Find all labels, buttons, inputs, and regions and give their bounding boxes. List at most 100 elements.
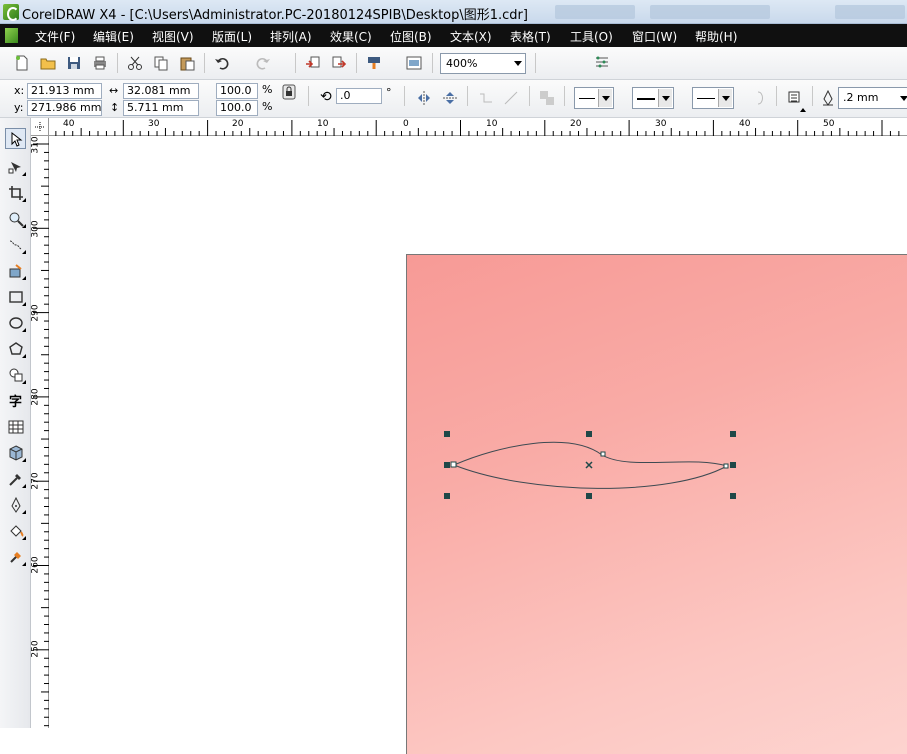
x-position-field[interactable]: 21.913 mm bbox=[27, 83, 102, 99]
chevron-down-icon bbox=[718, 89, 732, 107]
ruler-label: 290 bbox=[30, 304, 41, 322]
new-document-button[interactable] bbox=[12, 53, 32, 73]
interactive-fill-tool[interactable] bbox=[5, 546, 26, 567]
close-curve-button[interactable] bbox=[751, 88, 771, 108]
ruler-label: 10 bbox=[486, 119, 498, 129]
ruler-origin-icon bbox=[35, 122, 45, 132]
text-tool[interactable]: 字 bbox=[5, 390, 26, 411]
selection-handle-bottom-right[interactable] bbox=[730, 493, 736, 499]
chevron-down-icon bbox=[598, 89, 612, 107]
save-icon bbox=[68, 57, 80, 69]
leaf-curve-path[interactable] bbox=[452, 441, 729, 489]
object-width-field[interactable]: 32.081 mm bbox=[123, 83, 199, 99]
center-marker-icon[interactable] bbox=[585, 461, 593, 469]
copy-icon bbox=[154, 56, 168, 71]
pick-tool[interactable] bbox=[5, 128, 26, 149]
ellipse-tool[interactable] bbox=[5, 312, 26, 333]
menu-edit[interactable]: 编辑(E) bbox=[93, 28, 134, 45]
redo-button[interactable] bbox=[253, 53, 273, 73]
polygon-tool[interactable] bbox=[5, 338, 26, 359]
mirror-horizontal-button[interactable] bbox=[414, 88, 434, 108]
drawing-canvas[interactable] bbox=[50, 137, 907, 754]
start-arrowhead-select[interactable] bbox=[574, 87, 614, 109]
zoom-level-select[interactable]: 400% bbox=[440, 53, 526, 74]
scale-x-field[interactable]: 100.0 bbox=[216, 83, 258, 99]
copy-button[interactable] bbox=[151, 53, 171, 73]
table-tool[interactable] bbox=[5, 416, 26, 437]
break-apart-button[interactable] bbox=[537, 88, 557, 108]
outline-tool[interactable] bbox=[5, 494, 26, 515]
eyedropper-tool[interactable] bbox=[5, 468, 26, 489]
export-button[interactable] bbox=[329, 53, 349, 73]
wrap-text-dropdown[interactable] bbox=[800, 108, 806, 112]
text-tool-icon: 字 bbox=[8, 395, 22, 410]
scale-y-field[interactable]: 100.0 bbox=[216, 100, 258, 116]
shape-tool[interactable] bbox=[5, 156, 26, 177]
menu-bitmaps[interactable]: 位图(B) bbox=[390, 28, 432, 45]
selection-handle-bottom[interactable] bbox=[586, 493, 592, 499]
rectangle-tool[interactable] bbox=[5, 286, 26, 307]
save-button[interactable] bbox=[64, 53, 84, 73]
menu-tools[interactable]: 工具(O) bbox=[570, 28, 613, 45]
ruler-origin-corner[interactable] bbox=[31, 118, 49, 136]
toolbar-separator bbox=[529, 86, 530, 106]
document-icon[interactable] bbox=[5, 28, 18, 43]
toolbar-separator bbox=[295, 53, 296, 73]
selection-handle-top[interactable] bbox=[586, 431, 592, 437]
convert-to-curve-button[interactable] bbox=[501, 88, 521, 108]
vertical-ruler[interactable]: 310 300 290 280 270 260 250 bbox=[31, 136, 49, 728]
ruler-label: 310 bbox=[30, 136, 41, 154]
menu-effects[interactable]: 效果(C) bbox=[330, 28, 372, 45]
paste-button[interactable] bbox=[177, 53, 197, 73]
interactive-effects-tool[interactable] bbox=[5, 442, 26, 463]
outline-style-select[interactable] bbox=[632, 87, 674, 109]
start-node[interactable] bbox=[450, 461, 457, 468]
basic-shapes-tool[interactable] bbox=[5, 364, 26, 385]
ruler-label: 30 bbox=[655, 119, 667, 129]
selection-handle-left[interactable] bbox=[444, 462, 450, 468]
zoom-tool[interactable] bbox=[5, 208, 26, 229]
menu-text[interactable]: 文本(X) bbox=[450, 28, 492, 45]
options-button[interactable] bbox=[592, 53, 612, 73]
horizontal-ruler[interactable]: 40 30 20 10 0 10 20 30 40 50 bbox=[31, 118, 907, 136]
flyout-indicator bbox=[22, 354, 26, 358]
curve-node[interactable] bbox=[600, 451, 606, 457]
crop-tool[interactable] bbox=[5, 182, 26, 203]
selection-handle-right[interactable] bbox=[730, 462, 736, 468]
curve-node[interactable] bbox=[723, 463, 729, 469]
import-button[interactable] bbox=[303, 53, 323, 73]
application-launcher-button[interactable] bbox=[364, 53, 384, 73]
open-button[interactable] bbox=[38, 53, 58, 73]
selection-handle-top-left[interactable] bbox=[444, 431, 450, 437]
outline-width-select[interactable]: .2 mm bbox=[838, 87, 907, 109]
menu-file[interactable]: 文件(F) bbox=[35, 28, 75, 45]
mirror-vertical-button[interactable] bbox=[440, 88, 460, 108]
menu-view[interactable]: 视图(V) bbox=[152, 28, 194, 45]
lock-ratio-button[interactable] bbox=[279, 82, 299, 102]
convert-to-line-button[interactable] bbox=[476, 88, 496, 108]
menu-window[interactable]: 窗口(W) bbox=[632, 28, 677, 45]
arrowhead-preview bbox=[579, 98, 595, 99]
flyout-indicator bbox=[22, 198, 26, 202]
menu-help[interactable]: 帮助(H) bbox=[695, 28, 737, 45]
y-position-field[interactable]: 271.986 mm bbox=[27, 100, 102, 116]
menu-layout[interactable]: 版面(L) bbox=[212, 28, 252, 45]
selection-handle-bottom-left[interactable] bbox=[444, 493, 450, 499]
selection-handle-top-right[interactable] bbox=[730, 431, 736, 437]
print-button[interactable] bbox=[90, 53, 110, 73]
outline-pen-button[interactable] bbox=[818, 88, 838, 108]
rotation-angle-field[interactable]: .0 bbox=[336, 88, 382, 104]
menu-table[interactable]: 表格(T) bbox=[510, 28, 551, 45]
smart-fill-tool[interactable] bbox=[5, 260, 26, 281]
welcome-screen-button[interactable] bbox=[404, 53, 424, 73]
menu-arrange[interactable]: 排列(A) bbox=[270, 28, 312, 45]
close-curve-icon bbox=[757, 91, 763, 105]
wrap-text-button[interactable] bbox=[785, 88, 805, 108]
undo-button[interactable] bbox=[212, 53, 232, 73]
cut-button[interactable] bbox=[125, 53, 145, 73]
end-arrowhead-select[interactable] bbox=[692, 87, 734, 109]
fill-tool[interactable] bbox=[5, 520, 26, 541]
object-height-field[interactable]: 5.711 mm bbox=[123, 100, 199, 116]
selected-curve-object[interactable] bbox=[50, 137, 907, 728]
freehand-tool[interactable] bbox=[5, 234, 26, 255]
